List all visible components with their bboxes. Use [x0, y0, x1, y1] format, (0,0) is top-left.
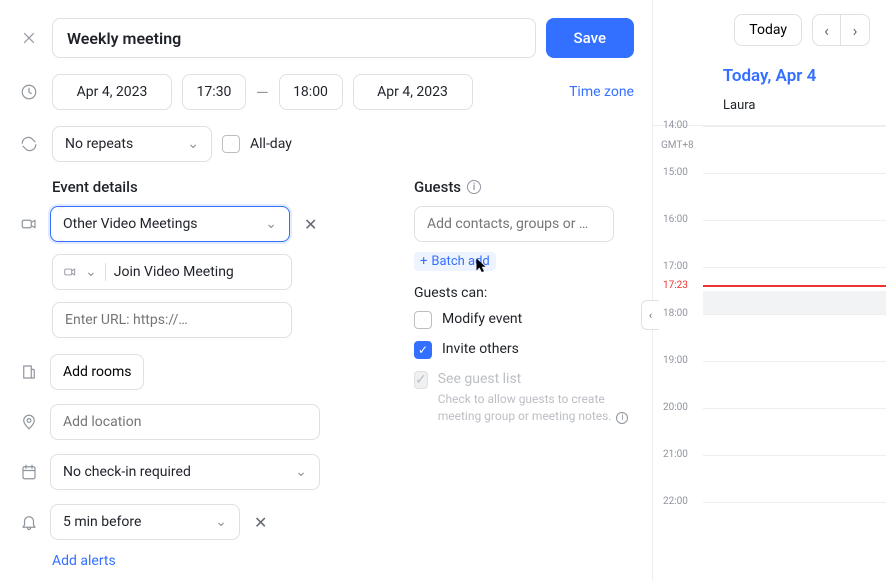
- start-time-field[interactable]: 17:30: [182, 74, 246, 110]
- see-guest-list-desc: Check to allow guests to create meeting …: [438, 392, 612, 423]
- time-label: 17:00: [663, 261, 688, 272]
- checkin-icon: [20, 463, 38, 481]
- today-button[interactable]: Today: [734, 14, 802, 46]
- time-label: 16:00: [663, 214, 688, 225]
- time-dash: —: [256, 83, 269, 102]
- timezone-label: GMT+8: [661, 140, 694, 151]
- see-guest-list-checkbox: ✓: [414, 371, 428, 389]
- collapse-panel-button[interactable]: ‹: [641, 300, 659, 330]
- join-video-button[interactable]: ⌄ Join Video Meeting: [52, 254, 292, 290]
- plus-icon: +: [420, 254, 427, 269]
- reminder-value: 5 min before: [63, 514, 141, 530]
- timezone-link[interactable]: Time zone: [569, 84, 634, 100]
- chevron-down-icon: ⌄: [265, 216, 277, 232]
- location-icon: [20, 413, 38, 431]
- time-label: 21:00: [663, 449, 688, 460]
- batch-add-button[interactable]: + Batch add: [414, 252, 496, 271]
- guests-title: Guests: [414, 178, 461, 196]
- current-time-line: 17:23: [703, 285, 886, 287]
- camera-icon: [63, 265, 77, 279]
- next-day-button[interactable]: ›: [841, 15, 869, 45]
- reminder-select[interactable]: 5 min before ⌄: [50, 504, 240, 540]
- join-video-label: Join Video Meeting: [114, 264, 234, 280]
- time-slot[interactable]: 20:00: [703, 408, 886, 455]
- see-guest-list-label: See guest list: [438, 371, 634, 387]
- allday-checkbox[interactable]: [222, 135, 240, 153]
- modify-event-checkbox[interactable]: [414, 311, 432, 329]
- checkin-select[interactable]: No check-in required ⌄: [50, 454, 320, 490]
- repeat-icon: [20, 135, 38, 153]
- video-url-input[interactable]: [52, 302, 292, 338]
- bell-icon: [20, 513, 38, 531]
- invite-others-label: Invite others: [442, 341, 519, 357]
- guests-input[interactable]: [414, 206, 614, 242]
- add-alerts-link[interactable]: Add alerts: [52, 553, 116, 569]
- day-timeline[interactable]: 14:0015:0016:0017:0018:0019:0020:0021:00…: [703, 126, 886, 549]
- chevron-down-icon: ⌄: [215, 514, 227, 530]
- time-label: 22:00: [663, 496, 688, 507]
- busy-block[interactable]: [703, 291, 886, 315]
- date-nav: ‹ ›: [812, 14, 870, 46]
- close-icon[interactable]: [20, 29, 38, 47]
- event-details-title: Event details: [52, 178, 374, 196]
- current-time-label: 17:23: [663, 280, 688, 291]
- allday-label: All-day: [250, 136, 292, 152]
- time-slot[interactable]: 18:00: [703, 314, 886, 361]
- repeat-value: No repeats: [65, 136, 133, 152]
- save-button[interactable]: Save: [546, 18, 634, 58]
- location-input[interactable]: [50, 404, 320, 440]
- chevron-down-icon: ⌄: [187, 136, 199, 152]
- guests-can-title: Guests can:: [414, 285, 634, 301]
- checkin-value: No check-in required: [63, 464, 191, 480]
- end-date-field[interactable]: Apr 4, 2023: [353, 74, 473, 110]
- start-date-field[interactable]: Apr 4, 2023: [52, 74, 172, 110]
- current-date-label: Today, Apr 4: [669, 66, 870, 86]
- remove-reminder-icon[interactable]: ✕: [250, 509, 271, 536]
- time-slot[interactable]: 22:00: [703, 502, 886, 549]
- batch-add-label: Batch add: [431, 254, 489, 269]
- invite-others-checkbox[interactable]: ✓: [414, 341, 432, 359]
- room-icon: [20, 363, 38, 381]
- prev-day-button[interactable]: ‹: [813, 15, 841, 45]
- repeat-select[interactable]: No repeats ⌄: [52, 126, 212, 162]
- clock-icon: [20, 83, 38, 101]
- chevron-down-icon: ⌄: [85, 264, 97, 280]
- info-icon[interactable]: i: [616, 412, 628, 424]
- add-rooms-button[interactable]: Add rooms: [50, 354, 144, 390]
- video-meeting-value: Other Video Meetings: [63, 216, 198, 232]
- time-slot[interactable]: 14:00: [703, 126, 886, 173]
- event-title-input[interactable]: [52, 18, 536, 58]
- time-label: 19:00: [663, 355, 688, 366]
- video-icon: [20, 215, 38, 233]
- modify-event-label: Modify event: [442, 311, 522, 327]
- time-slot[interactable]: 19:00: [703, 361, 886, 408]
- end-time-field[interactable]: 18:00: [279, 74, 343, 110]
- video-meeting-select[interactable]: Other Video Meetings ⌄: [50, 206, 290, 242]
- remove-video-icon[interactable]: ✕: [300, 211, 321, 238]
- time-label: 14:00: [663, 120, 688, 131]
- time-slot[interactable]: 16:00: [703, 220, 886, 267]
- time-label: 18:00: [663, 308, 688, 319]
- chevron-down-icon: ⌄: [295, 464, 307, 480]
- info-icon[interactable]: i: [467, 180, 481, 194]
- time-slot[interactable]: 21:00: [703, 455, 886, 502]
- time-label: 15:00: [663, 167, 688, 178]
- time-slot[interactable]: 15:00: [703, 173, 886, 220]
- time-label: 20:00: [663, 402, 688, 413]
